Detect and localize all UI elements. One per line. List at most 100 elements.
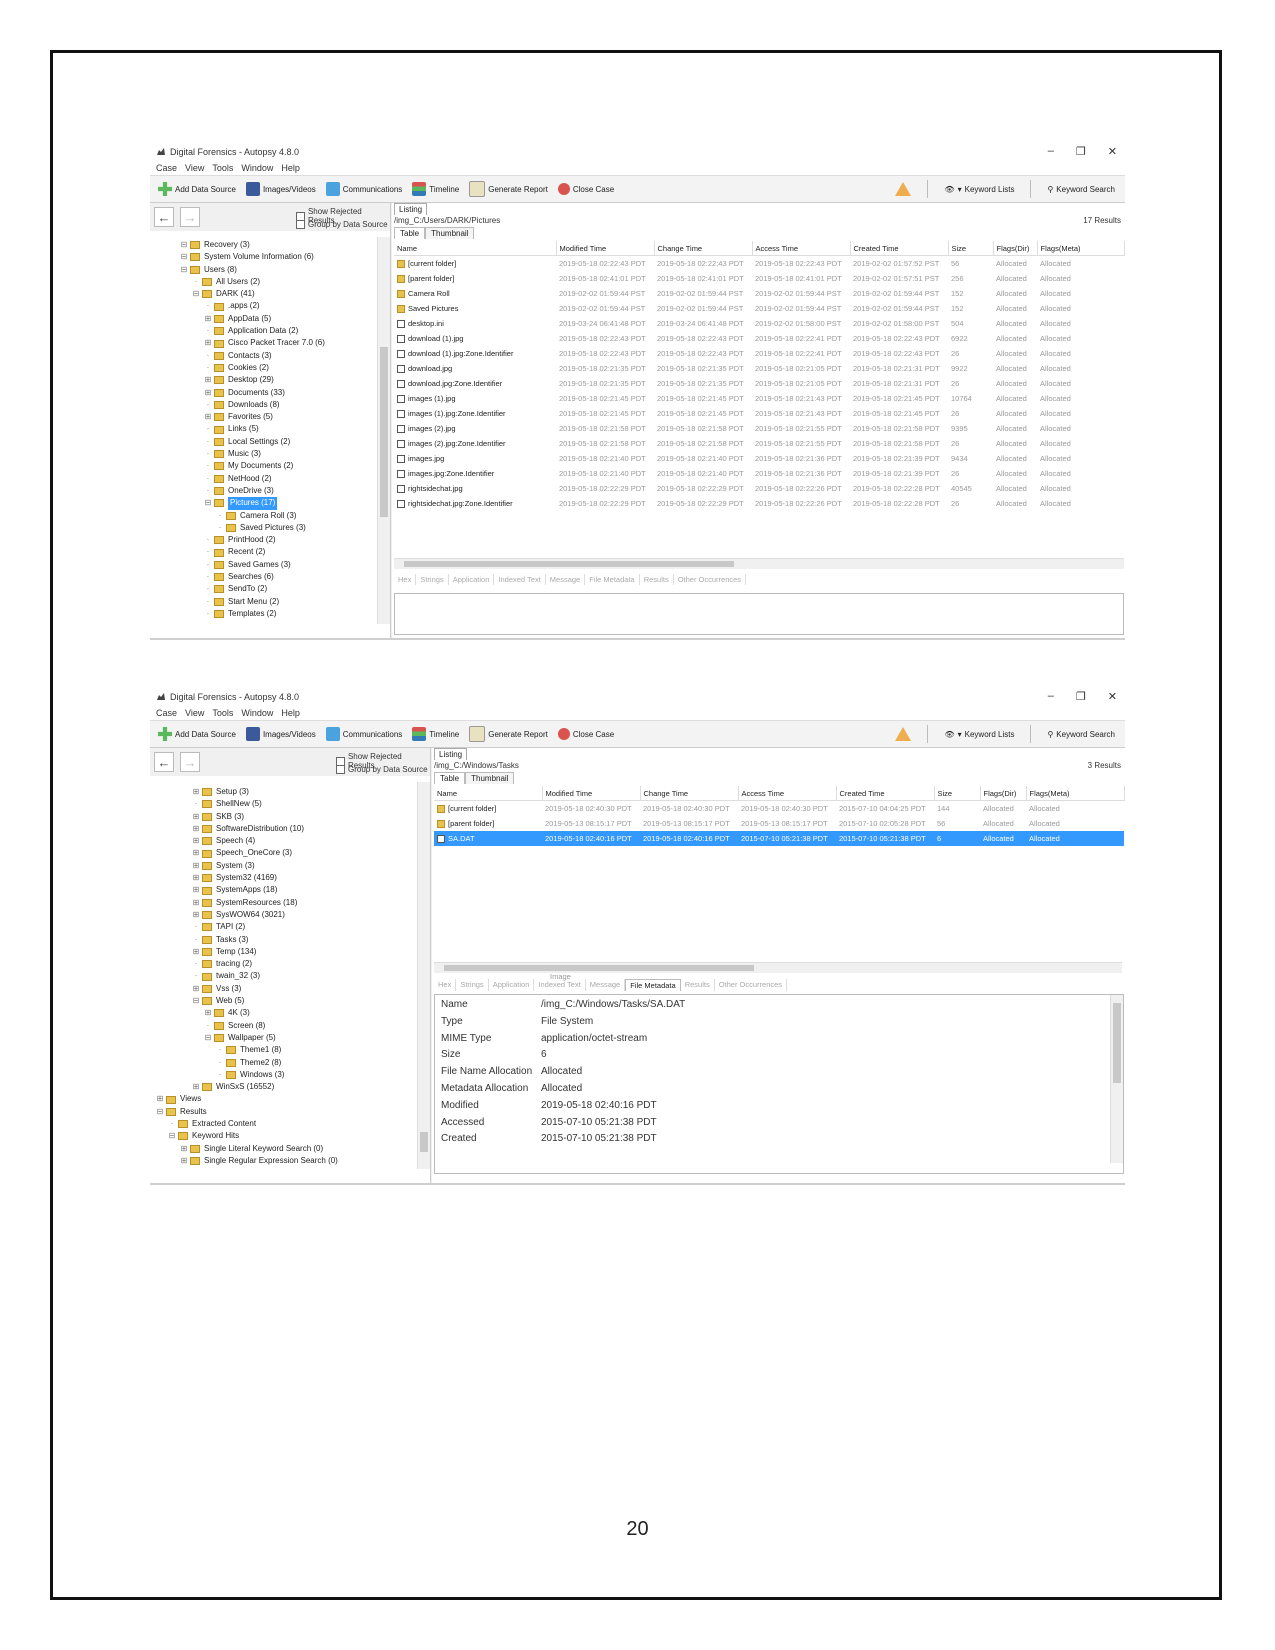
table-row[interactable]: images (1).jpg 2019-05-18 02:21:45 PDT 201… xyxy=(394,391,1124,406)
tab-thumbnail[interactable]: Thumbnail xyxy=(465,772,515,784)
tree-node[interactable]: ⊟ Recovery (3) xyxy=(150,239,376,251)
column-header[interactable]: Created Time xyxy=(836,786,935,801)
column-header[interactable]: Name xyxy=(394,241,557,256)
tab-table[interactable]: Table xyxy=(394,227,426,239)
tree-node[interactable]: ⊞ Favorites (5) xyxy=(150,411,376,423)
content-tab[interactable]: File Metadata xyxy=(625,979,681,991)
tree-node[interactable]: ⊞ Cisco Packet Tracer 7.0 (6) xyxy=(150,337,376,349)
menu-help[interactable]: Help xyxy=(281,708,300,718)
table-row[interactable]: images (1).jpg:Zone.Identifier 2019-05-18… xyxy=(394,406,1124,421)
collapse-icon[interactable]: ⊟ xyxy=(156,1106,164,1118)
tab-thumbnail[interactable]: Thumbnail xyxy=(425,227,475,239)
minimize-icon[interactable]: – xyxy=(1048,145,1054,158)
expand-icon[interactable]: ⊞ xyxy=(204,1007,212,1019)
expand-icon[interactable]: ⊞ xyxy=(156,1093,164,1105)
column-header[interactable]: Flags(Dir) xyxy=(993,241,1038,256)
tree-node[interactable]: · TAPI (2) xyxy=(150,921,416,933)
column-header[interactable]: Flags(Meta) xyxy=(1026,786,1125,801)
scroll-thumb[interactable] xyxy=(1113,1003,1121,1083)
collapse-icon[interactable]: ⊟ xyxy=(180,239,188,251)
content-tab[interactable]: File Metadata xyxy=(585,574,640,585)
tree-node[interactable]: ⊞ Setup (3) xyxy=(150,786,416,798)
tree-node[interactable]: · Camera Roll (3) xyxy=(150,510,376,522)
expand-icon[interactable]: ⊞ xyxy=(192,860,200,872)
tree-node[interactable]: · ShellNew (5) xyxy=(150,798,416,810)
restore-icon[interactable]: ❐ xyxy=(1076,690,1086,703)
tree-node[interactable]: · Start Menu (2) xyxy=(150,596,376,608)
keyword-search-button[interactable]: ⚲ Keyword Search xyxy=(1047,185,1115,194)
tree-node[interactable]: ⊞ System32 (4169) xyxy=(150,872,416,884)
timeline-button[interactable]: Timeline xyxy=(412,182,459,196)
tree-node[interactable]: ⊞ Single Regular Expression Search (0) xyxy=(150,1155,416,1167)
collapse-icon[interactable]: ⊟ xyxy=(204,497,212,509)
expand-icon[interactable]: ⊞ xyxy=(204,337,212,349)
scroll-thumb[interactable] xyxy=(404,561,734,567)
back-arrow-icon[interactable]: ← xyxy=(154,752,174,772)
table-row[interactable]: download (1).jpg 2019-05-18 02:22:43 PDT 2… xyxy=(394,331,1124,346)
column-header[interactable]: Size xyxy=(948,241,994,256)
tree-node[interactable]: · Saved Games (3) xyxy=(150,559,376,571)
table-row[interactable]: [parent folder] 2019-05-18 02:41:01 PDT 20… xyxy=(394,271,1124,286)
table-row[interactable]: SA.DAT 2019-05-18 02:40:16 PDT 2019-05-18 … xyxy=(434,831,1124,846)
column-header[interactable]: Change Time xyxy=(654,241,753,256)
generate-report-button[interactable]: Generate Report xyxy=(469,726,548,742)
column-header[interactable]: Name xyxy=(434,786,543,801)
content-tab[interactable]: Application xyxy=(449,574,495,585)
tree-node[interactable]: · Contacts (3) xyxy=(150,350,376,362)
expand-icon[interactable]: ⊞ xyxy=(192,884,200,896)
tree-node[interactable]: ⊞ Vss (3) xyxy=(150,983,416,995)
expand-icon[interactable]: ⊞ xyxy=(192,1081,200,1093)
expand-icon[interactable]: ⊞ xyxy=(192,847,200,859)
table-row[interactable]: Camera Roll 2019-02-02 01:59:44 PST 2019-0… xyxy=(394,286,1124,301)
tree-scrollbar[interactable] xyxy=(417,782,430,1169)
tree-node[interactable]: · Theme2 (8) xyxy=(150,1057,416,1069)
tree-node[interactable]: ⊞ SystemApps (18) xyxy=(150,884,416,896)
tree-node[interactable]: ⊞ Temp (134) xyxy=(150,946,416,958)
tree-node[interactable]: · Windows (3) xyxy=(150,1069,416,1081)
tree-node[interactable]: ⊞ Desktop (29) xyxy=(150,374,376,386)
tree-node[interactable]: · Cookies (2) xyxy=(150,362,376,374)
tree-node[interactable]: · OneDrive (3) xyxy=(150,485,376,497)
content-tab[interactable]: Indexed Text xyxy=(494,574,546,585)
add-data-source-button[interactable]: Add Data Source xyxy=(158,182,236,196)
forward-arrow-icon[interactable]: → xyxy=(180,752,200,772)
scroll-thumb[interactable] xyxy=(380,347,388,517)
expand-icon[interactable]: ⊞ xyxy=(192,835,200,847)
restore-icon[interactable]: ❐ xyxy=(1076,145,1086,158)
tree-node[interactable]: · PrintHood (2) xyxy=(150,534,376,546)
expand-icon[interactable]: ⊞ xyxy=(192,946,200,958)
tree-node[interactable]: ⊞ SysWOW64 (3021) xyxy=(150,909,416,921)
tree-node[interactable]: · My Documents (2) xyxy=(150,460,376,472)
tree-node[interactable]: · Extracted Content xyxy=(150,1118,416,1130)
tree-node[interactable]: · Tasks (3) xyxy=(150,934,416,946)
table-row[interactable]: [current folder] 2019-05-18 02:40:30 PDT 2… xyxy=(434,801,1124,817)
table-row[interactable]: download (1).jpg:Zone.Identifier 2019-05-… xyxy=(394,346,1124,361)
table-row[interactable]: rightsidechat.jpg 2019-05-18 02:22:29 PDT… xyxy=(394,481,1124,496)
expand-icon[interactable]: ⊞ xyxy=(180,1143,188,1155)
tree-node[interactable]: ⊞ SKB (3) xyxy=(150,811,416,823)
tree-node[interactable]: ⊟ Results xyxy=(150,1106,416,1118)
metadata-scrollbar[interactable] xyxy=(1110,995,1123,1163)
tree-node[interactable]: · Links (5) xyxy=(150,423,376,435)
content-tab[interactable]: Indexed Text xyxy=(534,979,586,991)
content-tab[interactable]: Message xyxy=(586,979,626,991)
collapse-icon[interactable]: ⊟ xyxy=(180,264,188,276)
tree-node[interactable]: ⊟ Wallpaper (5) xyxy=(150,1032,416,1044)
column-header[interactable]: Modified Time xyxy=(542,786,641,801)
expand-icon[interactable]: ⊞ xyxy=(180,1155,188,1167)
group-by-source-checkbox[interactable]: Group by Data Source xyxy=(296,220,388,229)
column-header[interactable]: Flags(Dir) xyxy=(980,786,1027,801)
menu-view[interactable]: View xyxy=(185,163,204,173)
table-row[interactable]: Saved Pictures 2019-02-02 01:59:44 PST 201… xyxy=(394,301,1124,316)
images-videos-button[interactable]: Images/Videos xyxy=(245,182,316,196)
expand-icon[interactable]: ⊞ xyxy=(192,909,200,921)
scroll-thumb[interactable] xyxy=(420,1132,428,1152)
warning-icon[interactable] xyxy=(895,727,912,741)
communications-button[interactable]: Communications xyxy=(325,182,402,196)
tree-node[interactable]: · tracing (2) xyxy=(150,958,416,970)
table-row[interactable]: desktop.ini 2019-03-24 06:41:48 PDT 2019-0… xyxy=(394,316,1124,331)
close-case-button[interactable]: Close Case xyxy=(557,728,614,740)
column-header[interactable]: Access Time xyxy=(738,786,837,801)
tree-node[interactable]: · All Users (2) xyxy=(150,276,376,288)
column-header[interactable]: Size xyxy=(934,786,981,801)
